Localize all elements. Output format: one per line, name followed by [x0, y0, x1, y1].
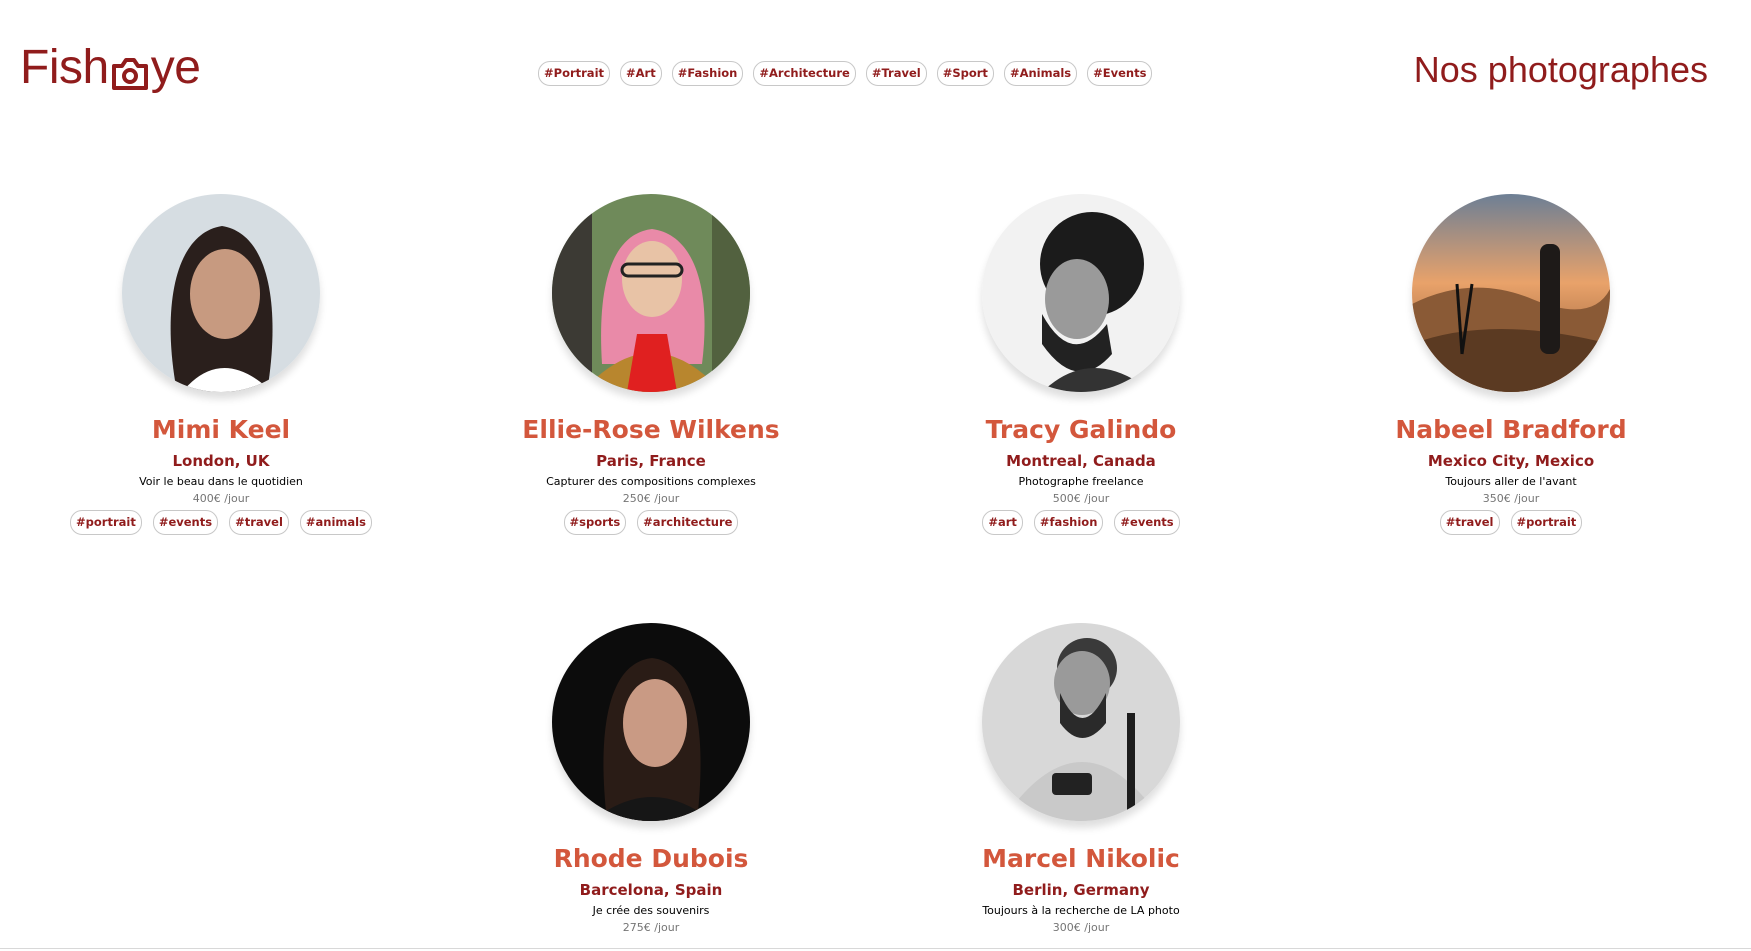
nav-tag-architecture[interactable]: #Architecture	[753, 61, 856, 86]
photographer-card: Ellie-Rose Wilkens Paris, France Capture…	[451, 194, 851, 535]
photographer-location: London, UK	[172, 452, 270, 470]
photographer-card: Tracy Galindo Montreal, Canada Photograp…	[881, 194, 1281, 535]
photographer-location: Montreal, Canada	[1006, 452, 1156, 470]
photographer-price: 500€ /jour	[1052, 492, 1110, 505]
photographer-name[interactable]: Mimi Keel	[152, 414, 290, 446]
photographer-portrait[interactable]	[552, 623, 750, 821]
photographer-tags: #art #fashion #events	[982, 510, 1180, 535]
page-header: Fish ye #Portrait #Art #Fashion #Archite…	[0, 0, 1751, 140]
photographer-name[interactable]: Nabeel Bradford	[1395, 414, 1626, 446]
photographer-location: Berlin, Germany	[1012, 881, 1150, 899]
fisheye-logo[interactable]: Fish ye	[20, 40, 201, 96]
photographer-card: Marcel Nikolic Berlin, Germany Toujours …	[881, 623, 1281, 935]
tag-animals[interactable]: #animals	[299, 510, 372, 535]
photographer-tags: #portrait #events #travel #animals	[70, 510, 372, 535]
photographer-price: 250€ /jour	[622, 492, 680, 505]
photographer-name[interactable]: Ellie-Rose Wilkens	[522, 414, 779, 446]
photographer-portrait[interactable]	[552, 194, 750, 392]
photographer-location: Paris, France	[596, 452, 706, 470]
photographer-tagline: Toujours aller de l'avant	[1445, 475, 1577, 488]
photographer-price: 400€ /jour	[192, 492, 250, 505]
photographer-card: Rhode Dubois Barcelona, Spain Je crée de…	[451, 623, 851, 935]
tag-sports[interactable]: #sports	[563, 510, 627, 535]
tag-architecture[interactable]: #architecture	[637, 510, 739, 535]
nav-tag-portrait[interactable]: #Portrait	[538, 61, 611, 86]
photographer-portrait[interactable]	[1412, 194, 1610, 392]
photographer-price: 275€ /jour	[622, 921, 680, 934]
nav-tag-travel[interactable]: #Travel	[865, 61, 927, 86]
photographer-portrait[interactable]	[982, 623, 1180, 821]
photographer-card: Nabeel Bradford Mexico City, Mexico Touj…	[1311, 194, 1711, 535]
logo-text-right: ye	[150, 41, 201, 94]
photographer-tagline: Photographe freelance	[1018, 475, 1144, 488]
tag-travel[interactable]: #travel	[229, 510, 289, 535]
tag-travel[interactable]: #travel	[1439, 510, 1500, 535]
tag-portrait[interactable]: #portrait	[1510, 510, 1583, 535]
tag-fashion[interactable]: #fashion	[1033, 510, 1104, 535]
photographer-card: Mimi Keel London, UK Voir le beau dans l…	[21, 194, 421, 535]
viewport-edge-divider	[0, 948, 1751, 949]
photographer-portrait[interactable]	[122, 194, 320, 392]
tag-events[interactable]: #events	[1114, 510, 1180, 535]
photographer-tagline: Toujours à la recherche de LA photo	[982, 904, 1180, 917]
tag-portrait[interactable]: #portrait	[70, 510, 142, 535]
photographer-portrait[interactable]	[982, 194, 1180, 392]
photographer-location: Barcelona, Spain	[579, 881, 723, 899]
photographer-tagline: Je crée des souvenirs	[592, 904, 710, 917]
photographer-tags: #travel #portrait	[1439, 510, 1583, 535]
photographer-price: 350€ /jour	[1482, 492, 1540, 505]
photographer-tagline: Voir le beau dans le quotidien	[139, 475, 303, 488]
tag-art[interactable]: #art	[982, 510, 1023, 535]
photographer-name[interactable]: Marcel Nikolic	[982, 843, 1180, 875]
photographer-name[interactable]: Rhode Dubois	[554, 843, 749, 875]
logo-text-left: Fish	[20, 41, 109, 94]
nav-tag-fashion[interactable]: #Fashion	[671, 61, 744, 86]
nav-tag-events[interactable]: #Events	[1087, 61, 1153, 86]
tag-filter-nav: #Portrait #Art #Fashion #Architecture #T…	[538, 61, 1153, 86]
page-title: Nos photographes	[1413, 49, 1708, 90]
nav-tag-animals[interactable]: #Animals	[1003, 61, 1078, 86]
photographer-tagline: Capturer des compositions complexes	[546, 475, 756, 488]
photographer-tags: #sports #architecture	[563, 510, 739, 535]
photographer-name[interactable]: Tracy Galindo	[986, 414, 1177, 446]
nav-tag-art[interactable]: #Art	[620, 61, 662, 86]
photographer-location: Mexico City, Mexico	[1427, 452, 1595, 470]
tag-events[interactable]: #events	[152, 510, 219, 535]
photographer-price: 300€ /jour	[1052, 921, 1110, 934]
camera-icon	[110, 51, 150, 91]
nav-tag-sport[interactable]: #Sport	[936, 61, 994, 86]
